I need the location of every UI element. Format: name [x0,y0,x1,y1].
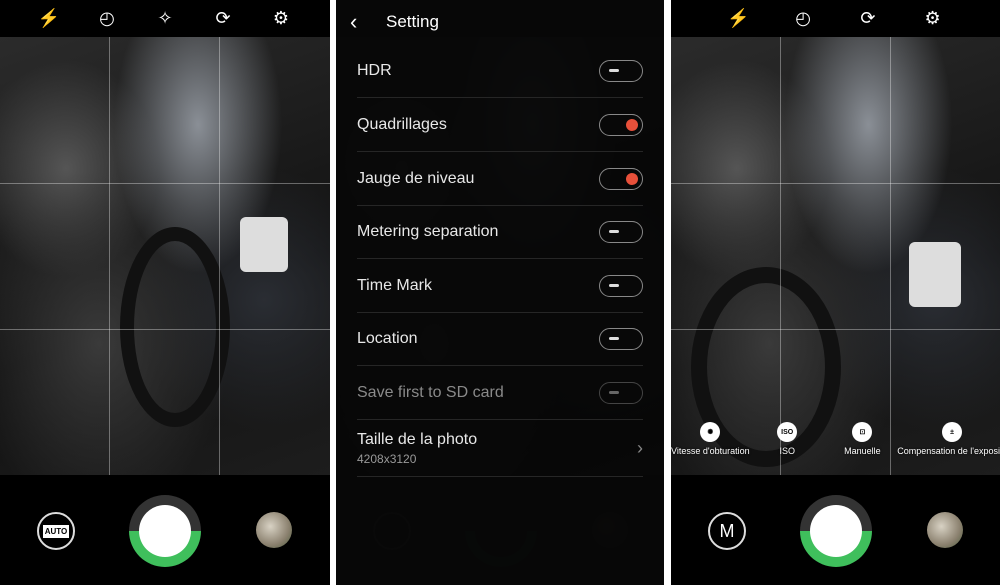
setting-label: Location [357,329,418,347]
iso-icon: ISO [777,422,798,442]
focus-icon: ⊡ [852,422,873,442]
shutter-button[interactable] [800,495,872,567]
setting-value: 4208x3120 [357,451,417,466]
page-title: Setting [386,12,439,31]
grid-line [0,183,330,184]
cup-shape [909,242,961,307]
toggle[interactable] [599,274,643,297]
flash-off-icon[interactable]: ⚡ [38,8,60,30]
grid-line [780,37,781,475]
control-label: Compensation de l'exposi [897,446,1000,456]
toggle [599,381,643,404]
setting-location[interactable]: Location [357,312,643,366]
control-label: Vitesse d'obturation [671,446,750,456]
headphones-shape [120,227,230,427]
shutter-speed-control[interactable]: ✺ Vitesse d'obturation [671,422,750,456]
setting-label: Time Mark [357,276,432,294]
mode-button[interactable]: M [708,512,746,550]
grid-line [671,329,1000,330]
toggle[interactable] [599,167,643,190]
setting-label: HDR [357,61,392,79]
toggle[interactable] [599,327,643,350]
switch-camera-icon[interactable]: ⟳ [212,8,234,30]
grid-line [109,37,110,475]
aperture-icon: ✺ [700,422,721,442]
exposure-icon: ± [941,422,962,442]
grid-line [219,37,220,475]
gallery-thumbnail[interactable] [256,512,292,548]
grid-line [890,37,891,475]
setting-label: Quadrillages [357,115,447,133]
setting-metering[interactable]: Metering separation [357,205,643,259]
toggle[interactable] [599,113,643,136]
chevron-right-icon: › [637,437,643,458]
cup-shape [240,217,288,272]
camera-preview[interactable] [671,37,1000,475]
camera-toolbar: ⚡ ◴ ✧ ⟳ ⚙ [0,0,330,37]
gear-icon[interactable]: ⚙ [922,8,944,30]
camera-toolbar: ⚡ ◴ ⟳ ⚙ [671,0,1000,37]
magic-wand-icon[interactable]: ✧ [154,8,176,30]
iso-control[interactable]: ISO ISO [750,422,825,456]
timer-icon[interactable]: ◴ [96,8,118,30]
setting-photo-size[interactable]: Taille de la photo 4208x3120 › [357,420,643,477]
toggle[interactable] [599,59,643,82]
setting-label: Taille de la photo [357,430,478,448]
setting-label: Save first to SD card [357,383,504,401]
switch-camera-icon[interactable]: ⟳ [857,8,879,30]
manual-mode-badge: M [719,520,735,541]
settings-header: ‹ Setting [336,0,664,44]
camera-screen-auto: ⚡ ◴ ✧ ⟳ ⚙ AUTO [0,0,330,585]
gallery-thumbnail[interactable] [927,512,963,548]
setting-time-mark[interactable]: Time Mark [357,259,643,313]
setting-quadrillages[interactable]: Quadrillages [357,98,643,152]
exposure-control[interactable]: ± Compensation de l'exposi [897,422,1000,456]
grid-line [0,329,330,330]
setting-label: Metering separation [357,222,499,240]
setting-hdr[interactable]: HDR [357,44,643,98]
settings-screen: ‹ Setting HDR Quadrillages Jauge de nive… [336,0,664,585]
setting-save-sd: Save first to SD card [357,366,643,420]
timer-icon[interactable]: ◴ [792,8,814,30]
camera-preview[interactable] [0,37,330,475]
camera-controls: M [671,475,1000,585]
control-label: Manuelle [844,446,881,456]
camera-controls: AUTO [0,475,330,585]
shutter-button[interactable] [129,495,201,567]
setting-jauge[interactable]: Jauge de niveau [357,152,643,206]
auto-badge: AUTO [42,524,70,538]
mode-button[interactable]: AUTO [37,512,75,550]
grid-line [671,183,1000,184]
control-label: ISO [779,446,795,456]
toggle[interactable] [599,220,643,243]
manual-controls: ✺ Vitesse d'obturation ISO ISO ⊡ Manuelle ±… [671,422,1000,456]
setting-label: Jauge de niveau [357,169,475,187]
back-chevron-icon[interactable]: ‹ [350,9,370,35]
gear-icon[interactable]: ⚙ [270,8,292,30]
manual-focus-control[interactable]: ⊡ Manuelle [825,422,900,456]
flash-off-icon[interactable]: ⚡ [727,8,749,30]
camera-screen-manual: ⚡ ◴ ⟳ ⚙ ✺ Vitesse d'obturation ISO ISO ⊡ Ma… [671,0,1000,585]
